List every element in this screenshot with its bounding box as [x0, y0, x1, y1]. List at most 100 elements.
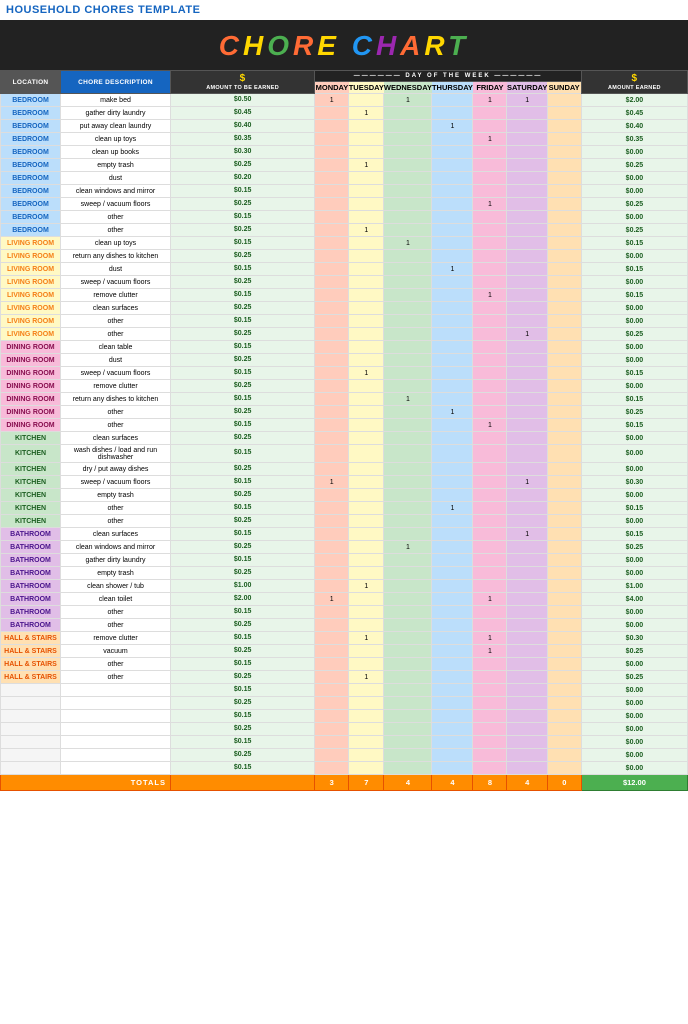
- amount-to-earn-cell: $0.15: [171, 289, 315, 302]
- day-sun-cell: [547, 354, 581, 367]
- amount-to-earn-cell: $0.25: [171, 406, 315, 419]
- day-wed-cell: [384, 302, 432, 315]
- table-row: BEDROOM clean up toys $0.35 1 $0.35: [1, 133, 688, 146]
- earned-cell: $0.00: [581, 302, 687, 315]
- day-sun-cell: [547, 250, 581, 263]
- day-mon-cell: [315, 159, 349, 172]
- amount-to-earn-cell: $0.15: [171, 263, 315, 276]
- table-row: KITCHEN sweep / vacuum floors $0.15 11 $…: [1, 476, 688, 489]
- location-cell: LIVING ROOM: [1, 328, 61, 341]
- day-mon-cell: [315, 341, 349, 354]
- earned-cell: $0.25: [581, 328, 687, 341]
- day-sun-cell: [547, 710, 581, 723]
- amount-to-earn-cell: $0.15: [171, 632, 315, 645]
- earned-cell: $0.00: [581, 172, 687, 185]
- earned-cell: $2.00: [581, 94, 687, 107]
- day-wed-cell: [384, 515, 432, 528]
- day-sat-cell: [507, 445, 547, 463]
- day-sun-cell: [547, 276, 581, 289]
- day-thu-cell: [432, 645, 473, 658]
- day-sun-cell: [547, 445, 581, 463]
- day-wed-cell: [384, 354, 432, 367]
- day-fri-cell: [473, 762, 507, 775]
- day-sat-cell: [507, 432, 547, 445]
- day-wed-cell: [384, 341, 432, 354]
- day-sat-cell: [507, 354, 547, 367]
- day-fri-cell: [473, 476, 507, 489]
- earned-cell: $0.00: [581, 250, 687, 263]
- day-tue-cell: [349, 658, 384, 671]
- location-cell: BATHROOM: [1, 580, 61, 593]
- day-wed-cell: [384, 762, 432, 775]
- day-fri-cell: [473, 723, 507, 736]
- day-mon-cell: [315, 554, 349, 567]
- day-wed-cell: [384, 710, 432, 723]
- location-cell: [1, 710, 61, 723]
- earned-cell: $0.00: [581, 515, 687, 528]
- day-tue-cell: [349, 445, 384, 463]
- chore-cell: [61, 697, 171, 710]
- day-mon-cell: [315, 120, 349, 133]
- day-mon-cell: [315, 619, 349, 632]
- day-thu-cell: [432, 250, 473, 263]
- day-sun-cell: [547, 341, 581, 354]
- day-mon-cell: [315, 645, 349, 658]
- day-sun-cell: [547, 645, 581, 658]
- day-wed-cell: [384, 367, 432, 380]
- day-wed-cell: [384, 723, 432, 736]
- day-fri-cell: [473, 671, 507, 684]
- day-tue-cell: 1: [349, 367, 384, 380]
- day-fri-cell: [473, 749, 507, 762]
- day-fri-cell: [473, 263, 507, 276]
- amount-to-earn-cell: $1.00: [171, 580, 315, 593]
- earned-cell: $0.00: [581, 710, 687, 723]
- earned-cell: $0.25: [581, 198, 687, 211]
- day-sat-cell: [507, 393, 547, 406]
- chore-cell: empty trash: [61, 489, 171, 502]
- day-mon-cell: [315, 580, 349, 593]
- table-row: LIVING ROOM sweep / vacuum floors $0.25 …: [1, 276, 688, 289]
- day-sun-cell: [547, 419, 581, 432]
- day-fri-cell: [473, 606, 507, 619]
- column-header-row: LOCATION CHORE DESCRIPTION $ AMOUNT TO B…: [1, 71, 688, 82]
- earned-cell: $0.15: [581, 367, 687, 380]
- chore-cell: remove clutter: [61, 380, 171, 393]
- amount-to-earn-cell: $2.00: [171, 593, 315, 606]
- day-sat-cell: [507, 341, 547, 354]
- chore-cell: sweep / vacuum floors: [61, 198, 171, 211]
- amount-earned-header: $ AMOUNT EARNED: [581, 71, 687, 94]
- location-cell: HALL & STAIRS: [1, 658, 61, 671]
- day-sun-cell: [547, 463, 581, 476]
- day-wed-cell: [384, 567, 432, 580]
- amount-to-earn-cell: $0.15: [171, 502, 315, 515]
- day-wed-cell: [384, 489, 432, 502]
- day-sun-cell: [547, 380, 581, 393]
- day-sun-cell: [547, 697, 581, 710]
- day-sat-cell: [507, 172, 547, 185]
- chore-cell: empty trash: [61, 159, 171, 172]
- day-tue-cell: [349, 710, 384, 723]
- chore-cell: clean surfaces: [61, 528, 171, 541]
- day-thu-cell: [432, 354, 473, 367]
- amount-to-earn-cell: $0.25: [171, 619, 315, 632]
- day-sun-cell: [547, 289, 581, 302]
- earned-cell: $0.25: [581, 645, 687, 658]
- table-row: LIVING ROOM clean up toys $0.15 1 $0.15: [1, 237, 688, 250]
- day-thu-cell: [432, 658, 473, 671]
- day-mon-cell: [315, 697, 349, 710]
- day-thu-cell: [432, 580, 473, 593]
- day-sun-cell: [547, 198, 581, 211]
- thursday-header: THURSDAY: [432, 81, 473, 93]
- day-thu-cell: [432, 632, 473, 645]
- day-thu-cell: [432, 185, 473, 198]
- day-sun-cell: [547, 619, 581, 632]
- chore-cell: remove clutter: [61, 632, 171, 645]
- day-tue-cell: [349, 419, 384, 432]
- day-fri-cell: [473, 185, 507, 198]
- day-sat-cell: [507, 263, 547, 276]
- day-sat-cell: [507, 419, 547, 432]
- day-sun-cell: [547, 541, 581, 554]
- day-mon-cell: [315, 606, 349, 619]
- table-row: $0.25 $0.00: [1, 723, 688, 736]
- chore-cell: return any dishes to kitchen: [61, 393, 171, 406]
